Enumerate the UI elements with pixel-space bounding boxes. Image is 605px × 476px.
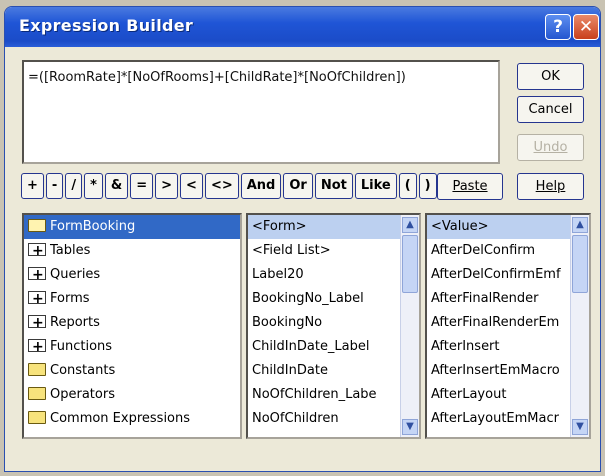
folder-icon	[28, 411, 46, 424]
expand-folder-icon[interactable]	[28, 263, 46, 287]
folder-label: Queries	[50, 267, 101, 282]
paste-button[interactable]: Paste	[437, 173, 503, 200]
expression-builder-dialog: Expression Builder ? ✕ =([RoomRate]*[NoO…	[4, 6, 601, 472]
folder-label: Common Expressions	[50, 411, 191, 426]
list-item[interactable]: <Field List>	[248, 239, 419, 263]
divide-button[interactable]: /	[65, 173, 83, 199]
ok-label: OK	[541, 69, 560, 84]
or-button[interactable]: Or	[283, 173, 313, 199]
element-scrollbar[interactable]: ▲ ▼	[400, 215, 419, 437]
list-item[interactable]: <Value>	[427, 215, 589, 239]
multiply-button[interactable]: *	[84, 173, 103, 199]
list-item[interactable]: AfterLayout	[427, 383, 589, 407]
expand-folder-icon[interactable]	[28, 287, 46, 311]
open-paren-button[interactable]: (	[398, 173, 417, 199]
close-icon[interactable]: ✕	[573, 14, 599, 40]
help-icon[interactable]: ?	[545, 14, 571, 40]
expand-folder-icon[interactable]	[28, 311, 46, 335]
value-list[interactable]: <Value> AfterDelConfirm AfterDelConfirmE…	[425, 213, 591, 439]
cancel-button[interactable]: Cancel	[517, 96, 584, 123]
folder-label: Functions	[50, 339, 113, 354]
title-bar[interactable]: Expression Builder ? ✕	[5, 7, 600, 47]
like-button[interactable]: Like	[354, 173, 397, 199]
folder-label: Tables	[50, 243, 91, 258]
not-equal-button[interactable]: <>	[204, 173, 239, 199]
list-item[interactable]: BookingNo_Label	[248, 287, 419, 311]
folder-item-tables[interactable]: Tables	[24, 239, 240, 263]
folder-item-forms[interactable]: Forms	[24, 287, 240, 311]
scroll-thumb[interactable]	[572, 235, 588, 293]
scroll-up-icon[interactable]: ▲	[572, 217, 588, 233]
value-scrollbar[interactable]: ▲ ▼	[570, 215, 589, 437]
folder-item-constants[interactable]: Constants	[24, 359, 240, 383]
folder-item-functions[interactable]: Functions	[24, 335, 240, 359]
list-item[interactable]: AfterInsert	[427, 335, 589, 359]
folder-label: Operators	[50, 387, 115, 402]
close-paren-button[interactable]: )	[418, 173, 437, 199]
cancel-label: Cancel	[528, 102, 573, 117]
list-item[interactable]: ChildInDate_Label	[248, 335, 419, 359]
list-item[interactable]: AfterDelConfirmEmf	[427, 263, 589, 287]
list-item[interactable]: ChildInDate	[248, 359, 419, 383]
list-item[interactable]: <Form>	[248, 215, 419, 239]
list-item[interactable]: Label20	[248, 263, 419, 287]
undo-button[interactable]: Undo	[517, 134, 584, 161]
less-button[interactable]: <	[180, 173, 203, 199]
help-button[interactable]: Help	[517, 173, 584, 200]
plus-button[interactable]: +	[21, 173, 44, 199]
undo-label: Undo	[533, 140, 568, 155]
ampersand-button[interactable]: &	[104, 173, 129, 199]
operator-bar: + - / * & = > < <> And Or Not Like ( )	[21, 173, 437, 199]
list-item[interactable]: AfterDelConfirm	[427, 239, 589, 263]
greater-button[interactable]: >	[155, 173, 179, 199]
expand-folder-icon[interactable]	[28, 335, 46, 359]
folder-label: Forms	[50, 291, 90, 306]
folder-icon	[28, 363, 46, 376]
list-item[interactable]: AfterFinalRender	[427, 287, 589, 311]
equal-button[interactable]: =	[130, 173, 154, 199]
scroll-up-icon[interactable]: ▲	[402, 217, 418, 233]
folder-item-operators[interactable]: Operators	[24, 383, 240, 407]
scroll-down-icon[interactable]: ▼	[572, 419, 588, 435]
expand-folder-icon[interactable]	[28, 239, 46, 263]
not-button[interactable]: Not	[314, 173, 353, 199]
folder-item-common-expressions[interactable]: Common Expressions	[24, 407, 240, 431]
list-item[interactable]: NoOfChildren	[248, 407, 419, 431]
and-button[interactable]: And	[240, 173, 282, 199]
folder-label: Constants	[50, 363, 116, 378]
scroll-thumb[interactable]	[402, 235, 418, 293]
minus-button[interactable]: -	[45, 173, 64, 199]
list-item[interactable]: NoOfChildren_Labe	[248, 383, 419, 407]
folder-label: Reports	[50, 315, 100, 330]
list-item[interactable]: BookingNo	[248, 311, 419, 335]
folder-label: FormBooking	[50, 219, 136, 234]
folder-item-formbooking[interactable]: FormBooking	[24, 215, 240, 239]
expression-box[interactable]: =([RoomRate]*[NoOfRooms]+[ChildRate]*[No…	[22, 60, 500, 164]
scroll-down-icon[interactable]: ▼	[402, 419, 418, 435]
window-title: Expression Builder	[19, 16, 194, 35]
folder-icon	[28, 387, 46, 400]
element-list[interactable]: <Form> <Field List> Label20 BookingNo_La…	[246, 213, 421, 439]
open-folder-icon	[28, 219, 46, 232]
ok-button[interactable]: OK	[517, 63, 584, 90]
folder-item-reports[interactable]: Reports	[24, 311, 240, 335]
list-item[interactable]: AfterInsertEmMacro	[427, 359, 589, 383]
help-label: Help	[535, 179, 566, 194]
list-item[interactable]: AfterFinalRenderEm	[427, 311, 589, 335]
folder-tree[interactable]: FormBooking Tables Queries Forms Reports…	[22, 213, 242, 439]
paste-label: Paste	[452, 179, 488, 194]
list-item[interactable]: AfterLayoutEmMacr	[427, 407, 589, 431]
folder-item-queries[interactable]: Queries	[24, 263, 240, 287]
